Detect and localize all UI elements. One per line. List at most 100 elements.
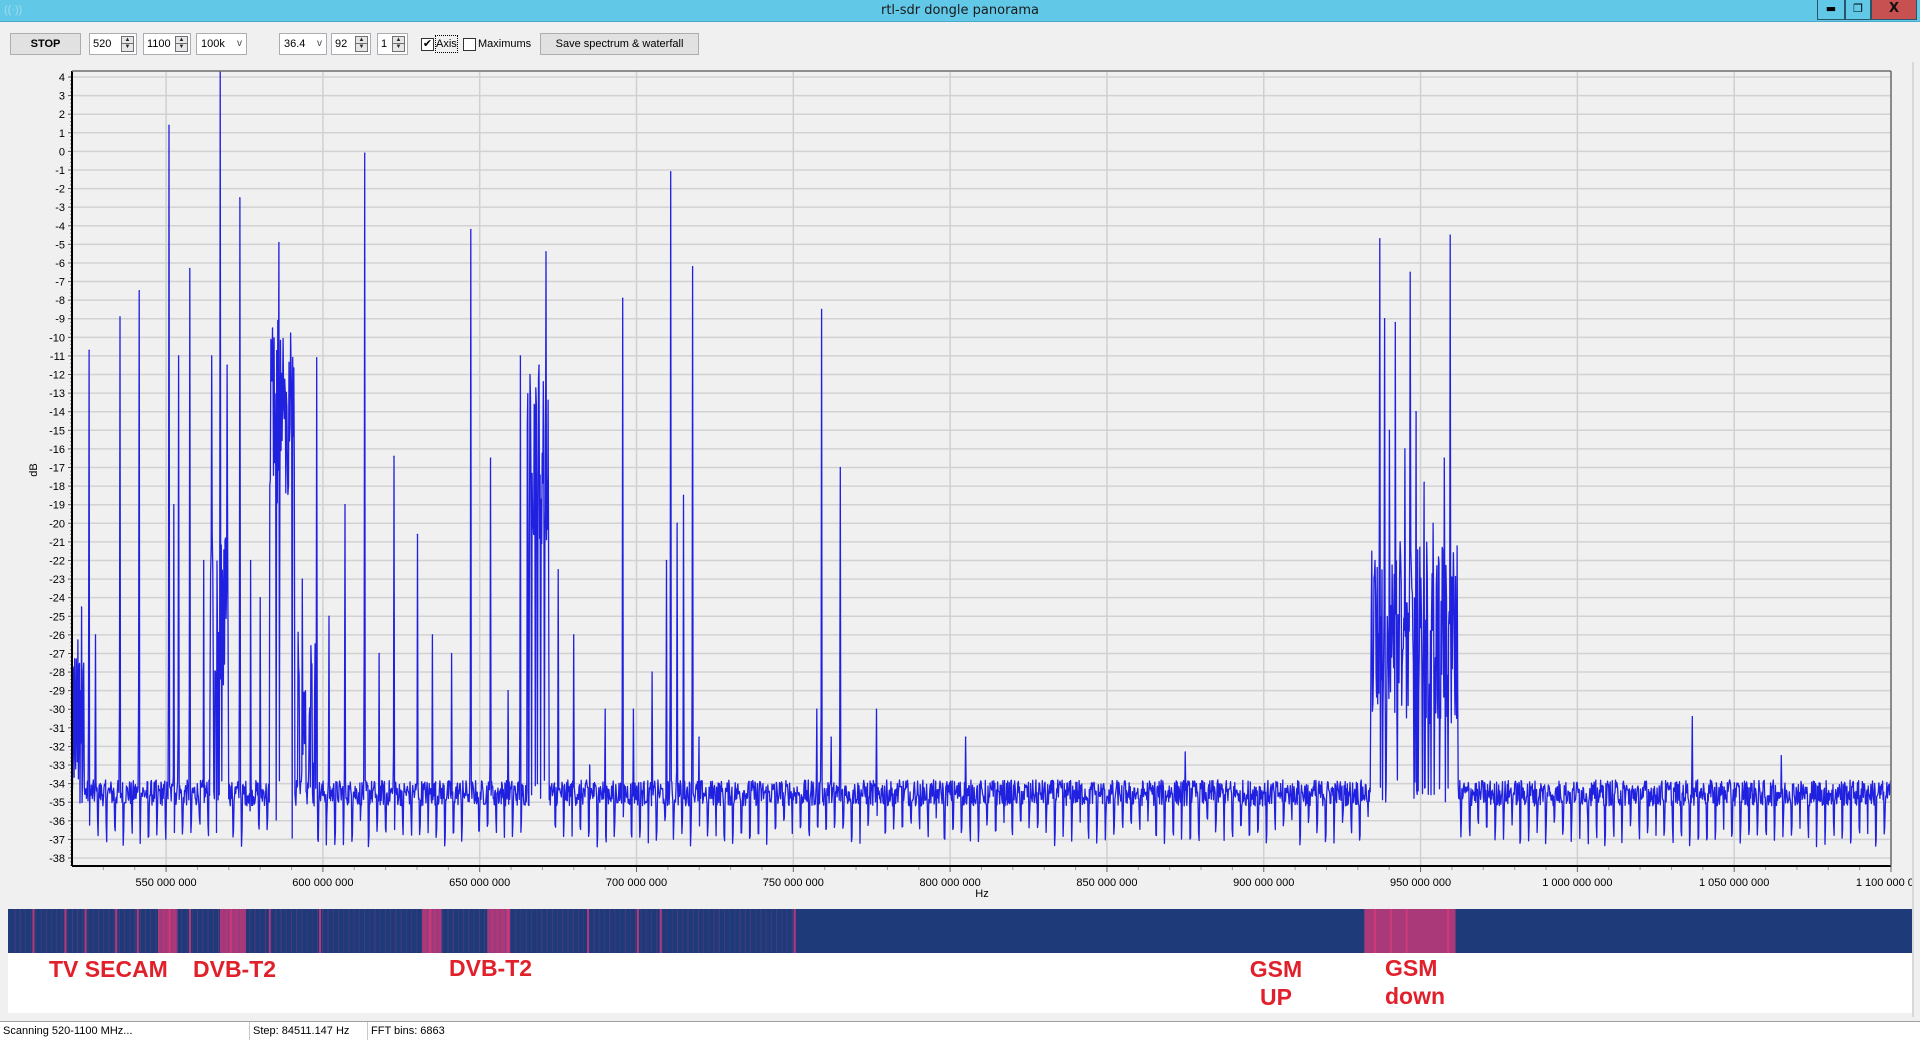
x-tick-label: 1 100 000 000: [1856, 877, 1912, 889]
waterfall-faint-line: [358, 909, 360, 953]
waterfall-signal-line: [64, 909, 67, 953]
spectrum-peak: [1449, 234, 1451, 236]
waterfall-faint-line: [197, 909, 199, 953]
x-tick-label: 550 000 000: [136, 877, 197, 889]
y-tick-label: -32: [49, 741, 65, 753]
waterfall-faint-line: [750, 909, 752, 953]
spectrum-peak: [1404, 448, 1406, 450]
waterfall-signal-line: [188, 909, 191, 953]
waterfall-faint-line: [129, 909, 131, 953]
y-tick-label: -16: [49, 444, 65, 456]
y-tick-label: -5: [55, 239, 65, 251]
waterfall-signal-line: [1447, 909, 1450, 953]
waterfall-faint-line: [541, 909, 543, 953]
waterfall-faint-line: [317, 909, 319, 953]
y-tick-label: -4: [55, 221, 65, 233]
annotation-text: DVB-T2: [449, 955, 533, 981]
axis-checkbox-label[interactable]: Axis: [435, 35, 458, 53]
y-tick-label: -20: [49, 518, 65, 530]
close-button[interactable]: X: [1871, 0, 1917, 20]
waterfall-faint-line: [598, 909, 600, 953]
spin-up-icon[interactable]: ▲: [393, 37, 404, 44]
spectrum-peak: [259, 597, 261, 599]
spin-up-icon[interactable]: ▲: [122, 37, 133, 44]
waterfall-faint-line: [520, 909, 522, 953]
spectrum-peak: [682, 494, 685, 496]
spin-down-icon[interactable]: ▼: [176, 44, 187, 51]
start-frequency-spinner[interactable]: 520 ▲ ▼: [89, 33, 137, 55]
spectrum-peak: [1780, 755, 1782, 757]
spin-arrows[interactable]: ▲ ▼: [392, 36, 405, 52]
waterfall-faint-line: [176, 909, 178, 953]
spectrum-peak: [378, 652, 380, 655]
waterfall-signal-line: [1390, 909, 1393, 953]
waterfall-faint-line: [296, 909, 298, 953]
waterfall-faint-line: [572, 909, 574, 953]
spin-arrows[interactable]: ▲ ▼: [355, 36, 368, 52]
spectrum-peak: [604, 708, 606, 710]
waterfall-faint-line: [87, 909, 89, 953]
spin-arrows[interactable]: ▲ ▼: [175, 36, 188, 52]
waterfall-faint-line: [61, 909, 63, 953]
spectrum-peak: [119, 316, 121, 318]
spectrum-peak: [88, 349, 90, 351]
spin-up-icon[interactable]: ▲: [176, 37, 187, 44]
save-spectrum-waterfall-button[interactable]: Save spectrum & waterfall: [540, 33, 699, 55]
waterfall-faint-line: [640, 909, 642, 953]
count-spinner[interactable]: 1 ▲ ▼: [377, 33, 408, 55]
spectrum-peak: [573, 634, 575, 636]
waterfall-faint-line: [671, 909, 673, 953]
waterfall-faint-line: [301, 909, 303, 953]
spin-down-icon[interactable]: ▼: [122, 44, 133, 51]
waterfall-faint-line: [374, 909, 376, 953]
waterfall-faint-line: [530, 909, 532, 953]
y-tick-label: -2: [55, 184, 65, 196]
y-tick-label: -1: [55, 165, 65, 177]
waterfall-canvas: [14, 909, 1456, 953]
step-select[interactable]: 100k v: [196, 33, 247, 55]
stop-frequency-spinner[interactable]: 1100 ▲ ▼: [143, 33, 191, 55]
minimize-icon: ▬: [1825, 2, 1837, 15]
minimize-button[interactable]: ▬: [1817, 0, 1845, 20]
waterfall-faint-line: [630, 909, 632, 953]
waterfall-faint-line: [447, 909, 449, 953]
spin-down-icon[interactable]: ▼: [393, 44, 404, 51]
stop-button[interactable]: STOP: [10, 33, 81, 55]
annotation-text: GSM: [1249, 956, 1303, 982]
annotation-text: TV SECAM: [49, 956, 168, 982]
waterfall-faint-line: [144, 909, 146, 953]
percent-spinner[interactable]: 92 ▲ ▼: [331, 33, 371, 55]
spin-arrows[interactable]: ▲ ▼: [121, 36, 134, 52]
waterfall-faint-line: [40, 909, 42, 953]
waterfall-faint-line: [457, 909, 459, 953]
scan-status: Scanning 520-1100 MHz...: [0, 1022, 250, 1040]
spectrum-peak: [588, 764, 591, 766]
spectrum-plot[interactable]: 4 3 2 1 0 -1 -2 -3 -4 -5 -6 -7 -8 -9 -10 -11 -12 -13 -14 -1…: [0, 62, 1912, 902]
gain-select[interactable]: 36.4 v: [279, 33, 327, 55]
spin-down-icon[interactable]: ▼: [356, 44, 367, 51]
waterfall-faint-line: [713, 909, 715, 953]
spectrum-peak: [250, 559, 252, 562]
maximums-checkbox-label[interactable]: Maximums: [478, 36, 531, 52]
waterfall-faint-line: [264, 909, 266, 953]
close-icon: X: [1888, 1, 1900, 16]
waterfall-faint-line: [405, 909, 407, 953]
waterfall-faint-line: [734, 909, 736, 953]
spectrum-peak: [1379, 238, 1381, 240]
gain-select-value: 36.4: [284, 38, 306, 50]
spectrum-chart[interactable]: 4 3 2 1 0 -1 -2 -3 -4 -5 -6 -7 -8 -9 -10 -11 -12 -13 -14 -1…: [0, 62, 1912, 902]
axis-checkbox[interactable]: ✔: [421, 38, 434, 51]
x-tick-label: 1 000 000 000: [1542, 877, 1612, 889]
waterfall-faint-line: [781, 909, 783, 953]
waterfall-faint-line: [259, 909, 261, 953]
waterfall-display[interactable]: [8, 909, 1912, 953]
maximums-checkbox[interactable]: [463, 38, 476, 51]
y-tick-label: -34: [49, 779, 65, 791]
y-tick-label: -36: [49, 816, 65, 828]
spin-up-icon[interactable]: ▲: [356, 37, 367, 44]
spectrum-peak: [670, 171, 672, 173]
waterfall-hot-band: [487, 909, 511, 953]
spectrum-peak: [1374, 559, 1376, 562]
restore-button[interactable]: ❐: [1845, 0, 1871, 20]
spectrum-peak: [651, 671, 653, 673]
